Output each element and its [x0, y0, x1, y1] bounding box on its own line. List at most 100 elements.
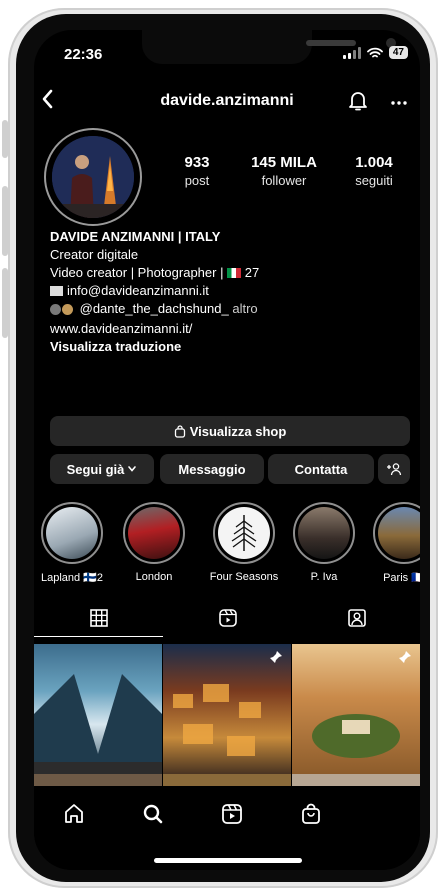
post-image [173, 684, 261, 756]
profile-header: davide.anzimanni [34, 88, 420, 118]
bio-mention-more[interactable]: altro [232, 301, 257, 316]
following-label: Segui già [66, 461, 125, 477]
stat-label: post [184, 173, 210, 188]
bio-mention-line: @dante_the_dachshund_ altro [50, 300, 410, 320]
screen: 22:36 47 davide.anzimanni 933 post 145 M… [34, 30, 420, 870]
avatar [52, 136, 134, 218]
profile-tabs [34, 608, 420, 638]
pin-icon [399, 651, 411, 663]
shopping-bag-icon [302, 803, 320, 824]
message-button[interactable]: Messaggio [160, 454, 264, 484]
highlight-image [128, 507, 180, 559]
post-thumbnail[interactable] [292, 774, 420, 786]
reels-icon [218, 609, 237, 627]
nav-search[interactable] [138, 802, 168, 832]
profile-bio: DAVIDE ANZIMANNI | ITALY Creator digital… [50, 228, 410, 356]
pin-icon [270, 651, 282, 663]
highlight-label: London [135, 571, 173, 583]
message-label: Messaggio [178, 461, 246, 477]
highlight-ring [293, 502, 355, 564]
post-image [312, 714, 400, 758]
highlight-london[interactable]: London [118, 502, 190, 583]
highlight-image [378, 507, 420, 559]
highlight-p-iva[interactable]: P. Iva [288, 502, 360, 583]
bio-email-line: info@davideanzimanni.it [50, 282, 410, 300]
stat-label: follower [261, 173, 307, 188]
highlight-four-seasons[interactable]: Four Seasons [208, 502, 280, 583]
notifications-button[interactable] [348, 90, 368, 117]
post-grid-row [34, 774, 420, 786]
bio-text: Video creator | Photographer | [50, 265, 224, 280]
bell-icon [349, 92, 367, 111]
search-icon [143, 804, 163, 824]
side-button [2, 120, 8, 158]
tab-reels[interactable] [163, 608, 292, 638]
nav-shop[interactable] [296, 802, 326, 832]
highlight-ring [213, 502, 275, 564]
more-icon [391, 101, 407, 105]
highlight-ring [41, 502, 103, 564]
signal-icon [342, 46, 361, 59]
stat-value: 1.004 [355, 154, 393, 171]
post-thumbnail[interactable] [34, 644, 162, 778]
side-button [2, 268, 8, 338]
add-user-icon [387, 463, 402, 476]
bio-text: 27 [244, 265, 260, 280]
grid-icon [89, 609, 108, 627]
post-grid [34, 644, 420, 784]
bio-mention[interactable]: @dante_the_dachshund_ [80, 301, 229, 316]
post-thumbnail[interactable] [163, 644, 291, 778]
highlight-image [218, 507, 270, 559]
stat-value: 933 [184, 154, 210, 171]
reels-icon [222, 804, 242, 824]
highlight-lapland[interactable]: Lapland 🇫🇮2 [36, 502, 108, 584]
stat-posts[interactable]: 933 post [162, 154, 232, 188]
status-time: 22:36 [64, 46, 103, 63]
notch [142, 30, 396, 64]
tagged-icon [347, 609, 366, 627]
avatar-photo [52, 136, 134, 218]
view-shop-label: Visualizza shop [189, 423, 287, 439]
highlight-label: Paris 🇫🇷 [383, 572, 420, 584]
active-tab-indicator [34, 636, 163, 637]
translate-link[interactable]: Visualizza traduzione [50, 338, 410, 356]
post-thumbnail[interactable] [163, 774, 291, 786]
highlight-paris[interactable]: Paris 🇫🇷 [368, 502, 420, 584]
stat-following[interactable]: 1.004 seguiti [336, 154, 412, 188]
side-button [2, 186, 8, 256]
wifi-icon [366, 47, 383, 57]
highlight-label: P. Iva [310, 571, 338, 583]
email-icon [50, 286, 63, 296]
stat-label: seguiti [355, 173, 393, 188]
italy-flag-icon [227, 268, 242, 278]
home-icon [65, 804, 83, 823]
highlight-ring [123, 502, 185, 564]
bio-category: Creator digitale [50, 247, 139, 262]
post-thumbnail[interactable] [292, 644, 420, 778]
shopping-bag-icon [174, 424, 185, 438]
profile-avatar[interactable] [44, 128, 142, 226]
highlight-label: Lapland 🇫🇮2 [40, 572, 104, 584]
bio-name: DAVIDE ANZIMANNI | ITALY [50, 229, 221, 244]
nav-home[interactable] [59, 802, 89, 832]
stat-value: 145 MILA [251, 154, 317, 171]
more-button[interactable] [390, 90, 408, 110]
battery-indicator: 47 [388, 46, 408, 59]
suggested-users-button[interactable] [378, 454, 410, 484]
post-thumbnail[interactable] [34, 774, 162, 786]
post-image [34, 674, 162, 778]
nav-reels[interactable] [217, 802, 247, 832]
bio-website[interactable]: www.davideanzimanni.it/ [50, 320, 410, 338]
highlight-image [298, 507, 350, 559]
tab-posts-grid[interactable] [34, 608, 163, 638]
bio-email[interactable]: info@davideanzimanni.it [67, 283, 209, 298]
contact-button[interactable]: Contatta [268, 454, 374, 484]
status-icons: 47 [342, 46, 408, 59]
tree-logo-icon [231, 515, 257, 551]
home-indicator[interactable] [154, 858, 302, 863]
pets-icon [50, 302, 76, 320]
view-shop-button[interactable]: Visualizza shop [50, 416, 410, 446]
stat-followers[interactable]: 145 MILA follower [232, 154, 336, 188]
tab-tagged[interactable] [292, 608, 420, 638]
following-button[interactable]: Segui già [50, 454, 154, 484]
